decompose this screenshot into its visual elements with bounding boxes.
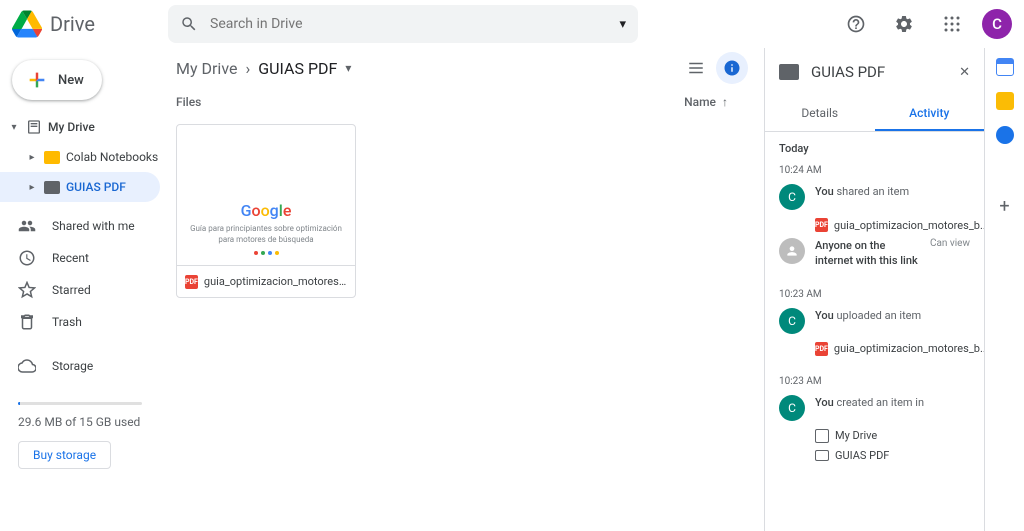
breadcrumb: My Drive › GUIAS PDF ▾ xyxy=(160,48,764,88)
app-name: Drive xyxy=(50,12,95,36)
apps-icon[interactable] xyxy=(934,6,970,42)
file-preview: Google Guía para principiantes sobre opt… xyxy=(177,125,355,265)
list-header: Files Name ↑ xyxy=(160,88,764,116)
buy-storage-button[interactable]: Buy storage xyxy=(18,441,111,469)
pdf-icon: PDF xyxy=(185,275,198,289)
tasks-icon[interactable] xyxy=(996,126,1014,144)
settings-icon[interactable] xyxy=(886,6,922,42)
nav-storage[interactable]: Storage xyxy=(0,350,160,382)
user-avatar-icon: C xyxy=(779,184,805,210)
info-icon[interactable] xyxy=(716,52,748,84)
globe-icon xyxy=(779,238,805,264)
calendar-icon[interactable] xyxy=(996,58,1014,76)
search-icon xyxy=(180,15,198,33)
activity-event: 10:24 AM C You shared an item PDFguia_op… xyxy=(779,165,970,269)
breadcrumb-root[interactable]: My Drive xyxy=(176,59,237,78)
side-rail: + xyxy=(984,48,1024,531)
nav-trash[interactable]: Trash xyxy=(0,306,160,338)
mydrive-icon xyxy=(26,119,42,135)
activity-day: Today xyxy=(779,142,970,155)
detail-panel: GUIAS PDF ✕ Details Activity Today 10:24… xyxy=(764,48,984,531)
folder-icon xyxy=(815,450,829,461)
search-bar[interactable]: ▾ xyxy=(168,5,638,43)
storage-used-text: 29.6 MB of 15 GB used xyxy=(18,415,142,429)
sidebar: New ▾ My Drive ▸ Colab Notebooks ▸ GUIAS… xyxy=(0,48,160,531)
activity-event: 10:23 AM C You uploaded an item PDFguia_… xyxy=(779,289,970,356)
close-icon[interactable]: ✕ xyxy=(959,65,970,80)
detail-title: GUIAS PDF xyxy=(811,63,947,81)
chevron-right-icon: › xyxy=(245,59,250,78)
search-input[interactable] xyxy=(210,16,607,32)
dropdown-icon[interactable]: ▾ xyxy=(345,61,351,75)
drive-logo-icon xyxy=(12,9,42,39)
tab-activity[interactable]: Activity xyxy=(875,96,985,131)
new-button[interactable]: New xyxy=(12,60,102,100)
folder-icon xyxy=(44,181,60,194)
folder-icon xyxy=(44,151,60,164)
pdf-icon: PDF xyxy=(815,342,828,356)
pdf-icon: PDF xyxy=(815,218,828,232)
account-avatar[interactable]: C xyxy=(982,9,1012,39)
nav-recent[interactable]: Recent xyxy=(0,242,160,274)
file-card[interactable]: Google Guía para principiantes sobre opt… xyxy=(176,124,356,298)
nav-shared[interactable]: Shared with me xyxy=(0,210,160,242)
chevron-right-icon: ▸ xyxy=(26,182,38,193)
logo[interactable]: Drive xyxy=(12,9,160,39)
search-options-icon[interactable]: ▾ xyxy=(619,17,626,32)
activity-event: 10:23 AM C You created an item in My Dri… xyxy=(779,376,970,462)
google-logo-icon: Google xyxy=(241,201,292,220)
sort-up-icon[interactable]: ↑ xyxy=(722,95,728,109)
list-view-icon[interactable] xyxy=(680,52,712,84)
chevron-down-icon: ▾ xyxy=(8,122,20,133)
tree-root-mydrive[interactable]: ▾ My Drive xyxy=(0,112,160,142)
mydrive-icon xyxy=(815,429,829,443)
tree-item-guias[interactable]: ▸ GUIAS PDF xyxy=(0,172,160,202)
user-avatar-icon: C xyxy=(779,395,805,421)
file-name: guia_optimizacion_motores_busq... xyxy=(204,275,347,288)
storage-bar xyxy=(18,402,142,405)
files-label: Files xyxy=(176,95,201,109)
add-addon-icon[interactable]: + xyxy=(999,196,1009,217)
tree-item-colab[interactable]: ▸ Colab Notebooks xyxy=(0,142,160,172)
name-column[interactable]: Name xyxy=(684,95,716,109)
chevron-right-icon: ▸ xyxy=(26,152,38,163)
folder-icon xyxy=(779,64,799,80)
user-avatar-icon: C xyxy=(779,308,805,334)
keep-icon[interactable] xyxy=(996,92,1014,110)
breadcrumb-current[interactable]: GUIAS PDF xyxy=(258,59,337,78)
plus-icon xyxy=(26,69,48,91)
help-icon[interactable] xyxy=(838,6,874,42)
nav-starred[interactable]: Starred xyxy=(0,274,160,306)
tab-details[interactable]: Details xyxy=(765,96,875,131)
